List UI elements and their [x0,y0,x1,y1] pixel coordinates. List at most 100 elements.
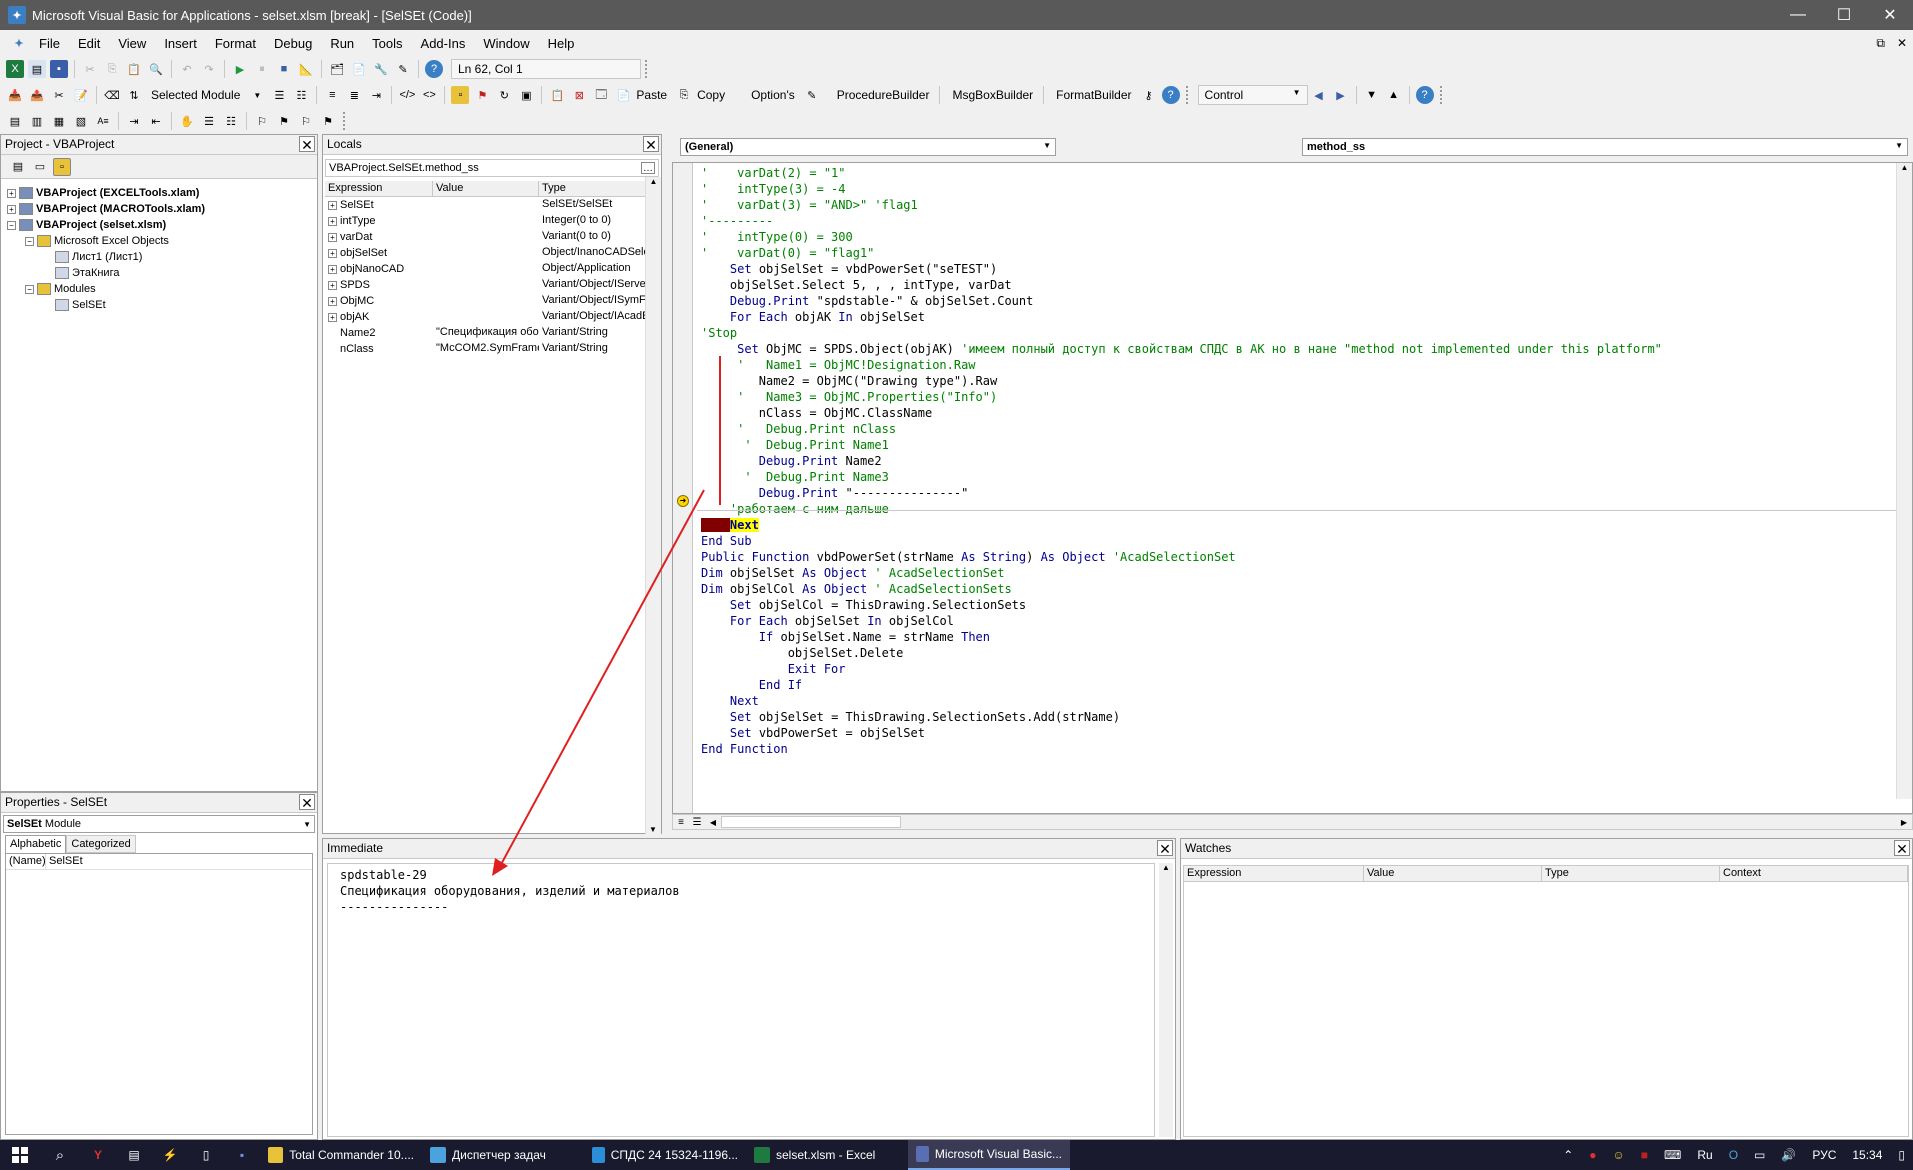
numbered-list-icon[interactable]: ☰ [270,86,288,104]
parameter-info-icon[interactable]: ▧ [72,112,90,130]
scroll-down-icon[interactable]: ▼ [646,825,660,834]
copy-button[interactable]: Copy [695,88,731,102]
paste-button[interactable]: Paste [634,88,673,102]
tag-close-icon[interactable]: <> [420,86,438,104]
flag-icon[interactable]: ⚑ [473,86,491,104]
form-icon[interactable]: ▣ [517,86,535,104]
taskbar-app-button[interactable]: Total Commander 10.... [260,1140,422,1170]
close-icon[interactable]: ✕ [1157,840,1173,857]
list-constants-icon[interactable]: ▥ [28,112,46,130]
project-tree-item[interactable]: + VBAProject (MACROTools.xlam) [7,201,317,217]
format-builder-button[interactable]: FormatBuilder [1048,88,1137,102]
previous-bookmark-icon[interactable]: ⚐ [297,112,315,130]
collapse-icon[interactable]: − [7,220,16,230]
project-tree-item[interactable]: ЭтаКнига [7,265,317,281]
sort-icon[interactable]: ⇅ [125,86,143,104]
tray-outlook-icon[interactable]: O [1721,1140,1746,1170]
list-properties-icon[interactable]: ▤ [6,112,24,130]
project-explorer-icon[interactable]: 🗂 [328,60,346,78]
taskbar-app-button[interactable]: СПДС 24 15324-1196... [584,1140,746,1170]
clock[interactable]: 15:34 [1844,1140,1890,1170]
expand-icon[interactable]: + [7,204,16,214]
redo-icon[interactable]: ↷ [200,60,218,78]
property-row[interactable]: (Name) SelSEt [6,854,312,870]
object-browser-icon[interactable]: 🔧 [372,60,390,78]
align-center-icon[interactable]: ≣ [345,86,363,104]
project-tree-item[interactable]: + VBAProject (EXCELTools.xlam) [7,185,317,201]
uncomment-block-icon[interactable]: ☷ [222,112,240,130]
locals-row[interactable]: + objNanoCAD Object/Application [325,261,659,277]
locals-row[interactable]: + objSelSet Object/InanoCADSele [325,245,659,261]
outdent-icon[interactable]: ⇤ [147,112,165,130]
scroll-up-icon[interactable]: ▲ [646,177,661,186]
close-icon[interactable]: ✕ [643,136,659,153]
yandex-icon[interactable]: Y [80,1140,116,1170]
property-value[interactable]: SelSEt [46,854,86,869]
maximize-button[interactable]: ☐ [1821,0,1867,30]
project-tree-item[interactable]: Лист1 (Лист1) [7,249,317,265]
minimize-button[interactable]: — [1775,0,1821,30]
scissors-icon[interactable]: ✂ [50,86,68,104]
toolbar-overflow[interactable] [1185,86,1190,104]
locals-value[interactable]: "Спецификация обор [433,325,539,341]
expand-icon[interactable]: + [328,264,337,274]
menu-format[interactable]: Format [206,36,265,51]
scroll-left-icon[interactable]: ◀ [705,818,721,827]
next-bookmark-icon[interactable]: ⚑ [275,112,293,130]
locals-row[interactable]: + ObjMC Variant/Object/ISymFr [325,293,659,309]
locals-value[interactable] [433,197,539,213]
locals-row[interactable]: + SelSEt SelSEt/SelSEt [325,197,659,213]
locals-scrollbar[interactable]: ▲ ▼ [645,177,661,834]
expand-icon[interactable]: + [328,312,337,322]
locals-row[interactable]: + objAK Variant/Object/IAcadE [325,309,659,325]
taskbar-app-button[interactable]: Microsoft Visual Basic... [908,1140,1070,1170]
scroll-up-icon[interactable]: ▲ [1159,863,1173,872]
expand-icon[interactable]: + [328,296,337,306]
eraser-icon[interactable]: ⌫ [103,86,121,104]
tag-open-icon[interactable]: </> [398,86,416,104]
view-object-icon[interactable]: ▭ [31,158,49,176]
menu-file[interactable]: File [30,36,69,51]
document-icon[interactable]: ▯ [188,1140,224,1170]
expand-icon[interactable]: + [328,248,337,258]
refresh-icon[interactable]: ↻ [495,86,513,104]
save-icon[interactable]: ▪ [50,60,68,78]
paste-icon[interactable]: 📋 [125,60,143,78]
arrow-up-icon[interactable]: ▲ [1385,86,1403,104]
mdi-close-button[interactable]: ✕ [1891,36,1913,50]
edit-icon[interactable]: 📝 [72,86,90,104]
menu-run[interactable]: Run [321,36,363,51]
toggle-breakpoint-icon[interactable]: ✋ [178,112,196,130]
save-taskbar-icon[interactable]: ▪ [224,1140,260,1170]
immediate-scrollbar[interactable]: ▲ [1159,863,1173,1137]
import-icon[interactable]: 📥 [6,86,24,104]
code-horizontal-scrollbar[interactable]: ≡ ☰ ◀ ▶ [672,814,1913,830]
procedure-view-icon[interactable]: ≡ [673,817,689,828]
tray-network-icon[interactable]: ▭ [1746,1140,1773,1170]
toggle-bookmark-icon[interactable]: ⚐ [253,112,271,130]
options-button[interactable]: Option's [731,88,801,102]
tray-keyboard-icon[interactable]: ⌨ [1656,1140,1689,1170]
taskbar-app-button[interactable]: Диспетчер задач [422,1140,584,1170]
folder-icon[interactable]: ▫ [451,86,470,104]
copy-small-icon[interactable]: ⎘ [675,86,693,104]
locals-value[interactable] [433,229,539,245]
properties-object-dropdown[interactable]: SelSEt Module ▼ [3,815,315,833]
language-indicator[interactable]: РУС [1804,1140,1844,1170]
locals-value[interactable]: "McCOM2.SymFrame" [433,341,539,357]
align-icon[interactable]: ≡ [323,86,341,104]
close-icon[interactable]: ✕ [299,794,315,811]
scroll-up-icon[interactable]: ▲ [1897,163,1912,172]
vba-menu-icon[interactable]: ✦ [10,34,28,52]
paste-small-icon[interactable]: 📄 [614,86,632,104]
scroll-right-icon[interactable]: ▶ [1896,818,1912,827]
comment-block-icon[interactable]: ☰ [200,112,218,130]
indent-icon[interactable]: ⇥ [367,86,385,104]
help-icon[interactable]: ? [1161,86,1180,104]
menu-view[interactable]: View [109,36,155,51]
view-code-icon[interactable]: ▤ [9,158,27,176]
clipboard-icon[interactable]: 📋 [548,86,566,104]
tray-smile-icon[interactable]: ☺ [1605,1140,1633,1170]
start-button[interactable] [0,1140,40,1170]
locals-row[interactable]: + intType Integer(0 to 0) [325,213,659,229]
